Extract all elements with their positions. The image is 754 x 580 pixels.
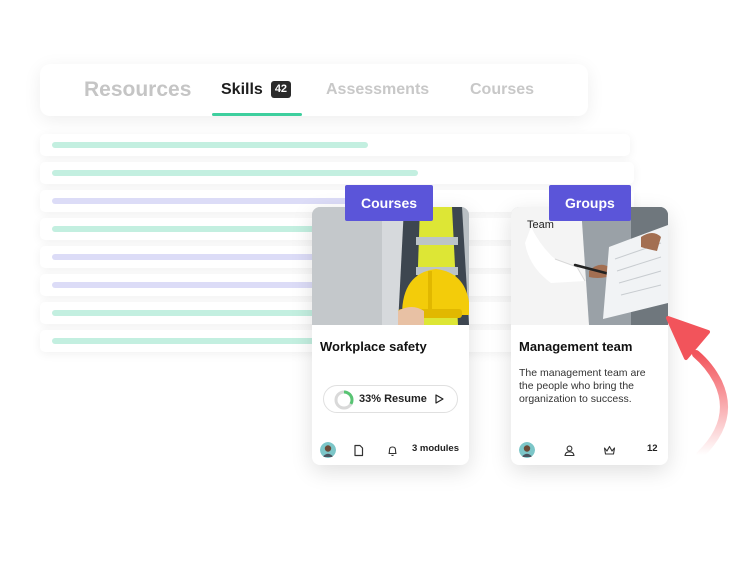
resume-button[interactable]: 33% Resume xyxy=(323,385,458,413)
curved-arrow-icon xyxy=(666,316,728,459)
list-item[interactable] xyxy=(40,162,634,184)
group-image: Team xyxy=(511,207,668,325)
avatar xyxy=(519,442,535,458)
skills-count-badge: 42 xyxy=(270,81,292,98)
bell-icon xyxy=(388,446,397,457)
play-icon xyxy=(435,394,444,404)
list-item[interactable] xyxy=(40,134,630,156)
progress-ring-icon xyxy=(334,390,354,410)
list-item-placeholder-bar xyxy=(52,226,352,232)
active-tab-indicator xyxy=(212,113,302,116)
list-item-placeholder-bar xyxy=(52,254,352,260)
group-card[interactable]: Team Groups Management team The manageme… xyxy=(511,185,668,465)
group-card-footer: 12 xyxy=(511,441,668,461)
crown-icon xyxy=(603,445,616,455)
avatar xyxy=(320,442,336,458)
tab-assessments[interactable]: Assessments xyxy=(326,64,429,116)
group-title: Management team xyxy=(519,339,633,354)
course-card[interactable]: Courses Workplace safety 33% Resume 3 mo… xyxy=(312,185,469,465)
courses-tag: Courses xyxy=(345,185,434,221)
group-description: The management team are the people who b… xyxy=(519,367,646,405)
list-item-placeholder-bar xyxy=(52,338,352,344)
user-icon xyxy=(564,445,575,457)
course-image xyxy=(312,207,469,325)
course-card-footer: 3 modules xyxy=(312,441,469,461)
tab-courses[interactable]: Courses xyxy=(470,64,534,116)
tab-resources[interactable]: Resources xyxy=(84,64,191,116)
tab-skills-label: Skills xyxy=(221,81,263,98)
list-item-placeholder-bar xyxy=(52,170,418,176)
course-title: Workplace safety xyxy=(320,339,427,354)
document-icon xyxy=(354,444,364,457)
tab-skills[interactable]: Skills 42 xyxy=(221,64,292,116)
module-count: 3 modules xyxy=(412,443,459,454)
list-item-placeholder-bar xyxy=(52,310,352,316)
list-item-placeholder-bar xyxy=(52,282,352,288)
resume-label: 33% Resume xyxy=(359,393,427,405)
list-item-placeholder-bar xyxy=(52,198,352,204)
list-item-placeholder-bar xyxy=(52,142,368,148)
groups-tag: Groups xyxy=(549,185,631,221)
resource-tab-bar: Resources Skills 42 Assessments Courses xyxy=(40,64,588,116)
